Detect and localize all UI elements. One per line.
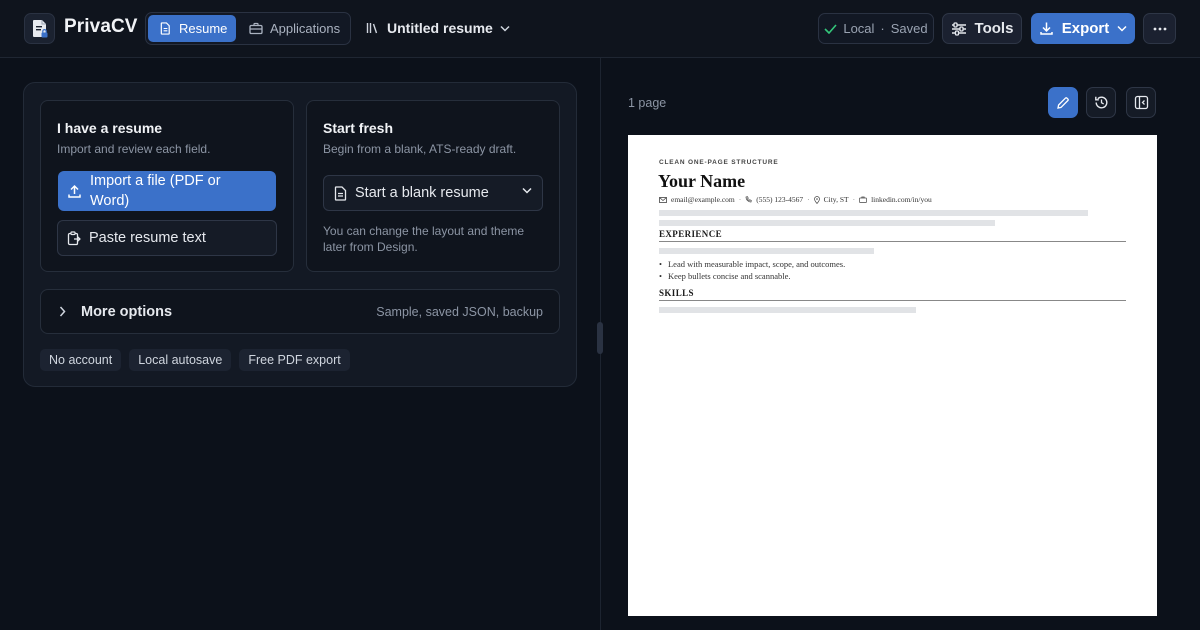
tab-resume-label: Resume xyxy=(179,21,228,36)
location-pin-icon xyxy=(813,195,820,204)
badge-free-pdf-export: Free PDF export xyxy=(239,349,350,371)
mode-switch: Resume Applications xyxy=(145,12,351,45)
status-location: Local xyxy=(843,21,875,36)
experience-bullet: • Keep bullets concise and scannable. xyxy=(659,271,790,281)
placeholder-line xyxy=(659,307,916,313)
placeholder-line xyxy=(659,210,1088,216)
import-file-button[interactable]: Import a file (PDF or Word) xyxy=(58,171,276,211)
page-count: 1 page xyxy=(628,96,667,110)
experience-bullet-text: Keep bullets concise and scannable. xyxy=(667,271,791,281)
bullet-dot: • xyxy=(659,259,662,269)
start-fresh-subtitle: Begin from a blank, ATS-ready draft. xyxy=(323,142,517,156)
edit-mode-button[interactable] xyxy=(1048,87,1078,118)
upload-icon xyxy=(68,184,81,198)
paste-text-button[interactable]: Paste resume text xyxy=(57,220,277,256)
more-options-hint: Sample, saved JSON, backup xyxy=(376,305,543,319)
preview-link: linkedin.com/in/you xyxy=(871,195,932,204)
badge-local-autosave: Local autosave xyxy=(129,349,232,371)
save-status: Local · Saved xyxy=(818,13,934,44)
download-icon xyxy=(1039,22,1053,35)
start-panel: I have a resume Import and review each f… xyxy=(23,82,577,387)
section-skills-heading: SKILLS xyxy=(659,288,1126,301)
resume-preview-page[interactable]: CLEAN ONE-PAGE STRUCTURE Your Name email… xyxy=(628,135,1157,616)
more-options-button[interactable] xyxy=(1143,13,1176,44)
experience-bullet-text: Lead with measurable impact, scope, and … xyxy=(667,259,846,269)
start-fresh-title: Start fresh xyxy=(323,120,394,136)
export-button[interactable]: Export xyxy=(1031,13,1135,44)
more-options-label: More options xyxy=(81,304,173,320)
preview-name: Your Name xyxy=(658,171,746,191)
status-state: Saved xyxy=(890,21,928,36)
briefcase-icon xyxy=(859,196,867,203)
have-resume-title: I have a resume xyxy=(57,120,163,136)
file-text-icon xyxy=(334,185,347,201)
check-icon xyxy=(824,23,837,34)
tab-applications-label: Applications xyxy=(270,21,341,36)
library-icon xyxy=(366,23,378,34)
resize-handle[interactable] xyxy=(597,322,603,354)
section-experience-heading: EXPERIENCE xyxy=(659,229,1126,242)
tools-button[interactable]: Tools xyxy=(942,13,1022,44)
document-icon xyxy=(160,22,170,35)
chevron-down-icon xyxy=(522,187,532,194)
preview-phone: (555) 123-4567 xyxy=(756,195,804,204)
brand-name: PrivaCV xyxy=(64,16,138,37)
resume-name: Untitled resume xyxy=(387,20,493,36)
mail-icon xyxy=(659,196,667,203)
import-file-label: Import a file (PDF or Word) xyxy=(90,173,221,209)
preview-eyebrow: CLEAN ONE-PAGE STRUCTURE xyxy=(659,159,779,166)
badge-no-account: No account xyxy=(40,349,122,371)
preview-location: City, ST xyxy=(823,195,849,204)
placeholder-line xyxy=(659,220,995,226)
preview-contact: email@example.com · (555) 123-4567 · Cit… xyxy=(659,195,932,204)
briefcase-icon xyxy=(249,22,263,35)
preview-email: email@example.com xyxy=(671,195,735,204)
experience-bullet: • Lead with measurable impact, scope, an… xyxy=(659,259,845,269)
export-label: Export xyxy=(1061,20,1110,37)
document-lock-icon xyxy=(32,19,47,37)
tab-resume[interactable]: Resume xyxy=(148,15,236,42)
more-horizontal-icon xyxy=(1153,27,1166,30)
start-blank-button[interactable]: Start a blank resume xyxy=(323,175,543,211)
pencil-icon xyxy=(1057,96,1069,109)
chevron-down-icon xyxy=(500,25,510,32)
placeholder-line xyxy=(659,248,874,254)
tab-applications[interactable]: Applications xyxy=(238,15,348,42)
more-options-toggle[interactable]: More options Sample, saved JSON, backup xyxy=(40,289,560,334)
clipboard-icon xyxy=(67,230,81,245)
chevron-right-icon xyxy=(59,306,66,317)
top-bar: PrivaCV Resume Applications Untitled res… xyxy=(0,0,1200,58)
toggle-panel-button[interactable] xyxy=(1126,87,1156,118)
have-resume-card: I have a resume Import and review each f… xyxy=(40,100,294,272)
have-resume-subtitle: Import and review each field. xyxy=(57,142,211,156)
tools-label: Tools xyxy=(974,20,1014,37)
resume-selector[interactable]: Untitled resume xyxy=(366,18,510,38)
bullet-dot: • xyxy=(659,271,662,281)
chevron-down-icon xyxy=(1117,25,1127,32)
history-icon xyxy=(1094,96,1107,109)
history-button[interactable] xyxy=(1086,87,1116,118)
app-logo[interactable] xyxy=(24,13,55,44)
panel-left-icon xyxy=(1134,95,1148,110)
feature-badges: No account Local autosave Free PDF expor… xyxy=(40,349,350,371)
start-blank-label: Start a blank resume xyxy=(355,185,489,201)
start-fresh-note: You can change the layout and theme late… xyxy=(323,224,525,254)
phone-icon xyxy=(745,196,752,203)
paste-text-label: Paste resume text xyxy=(89,230,206,246)
start-fresh-card: Start fresh Begin from a blank, ATS-read… xyxy=(306,100,560,272)
status-separator: · xyxy=(880,21,885,36)
sliders-icon xyxy=(951,21,966,36)
